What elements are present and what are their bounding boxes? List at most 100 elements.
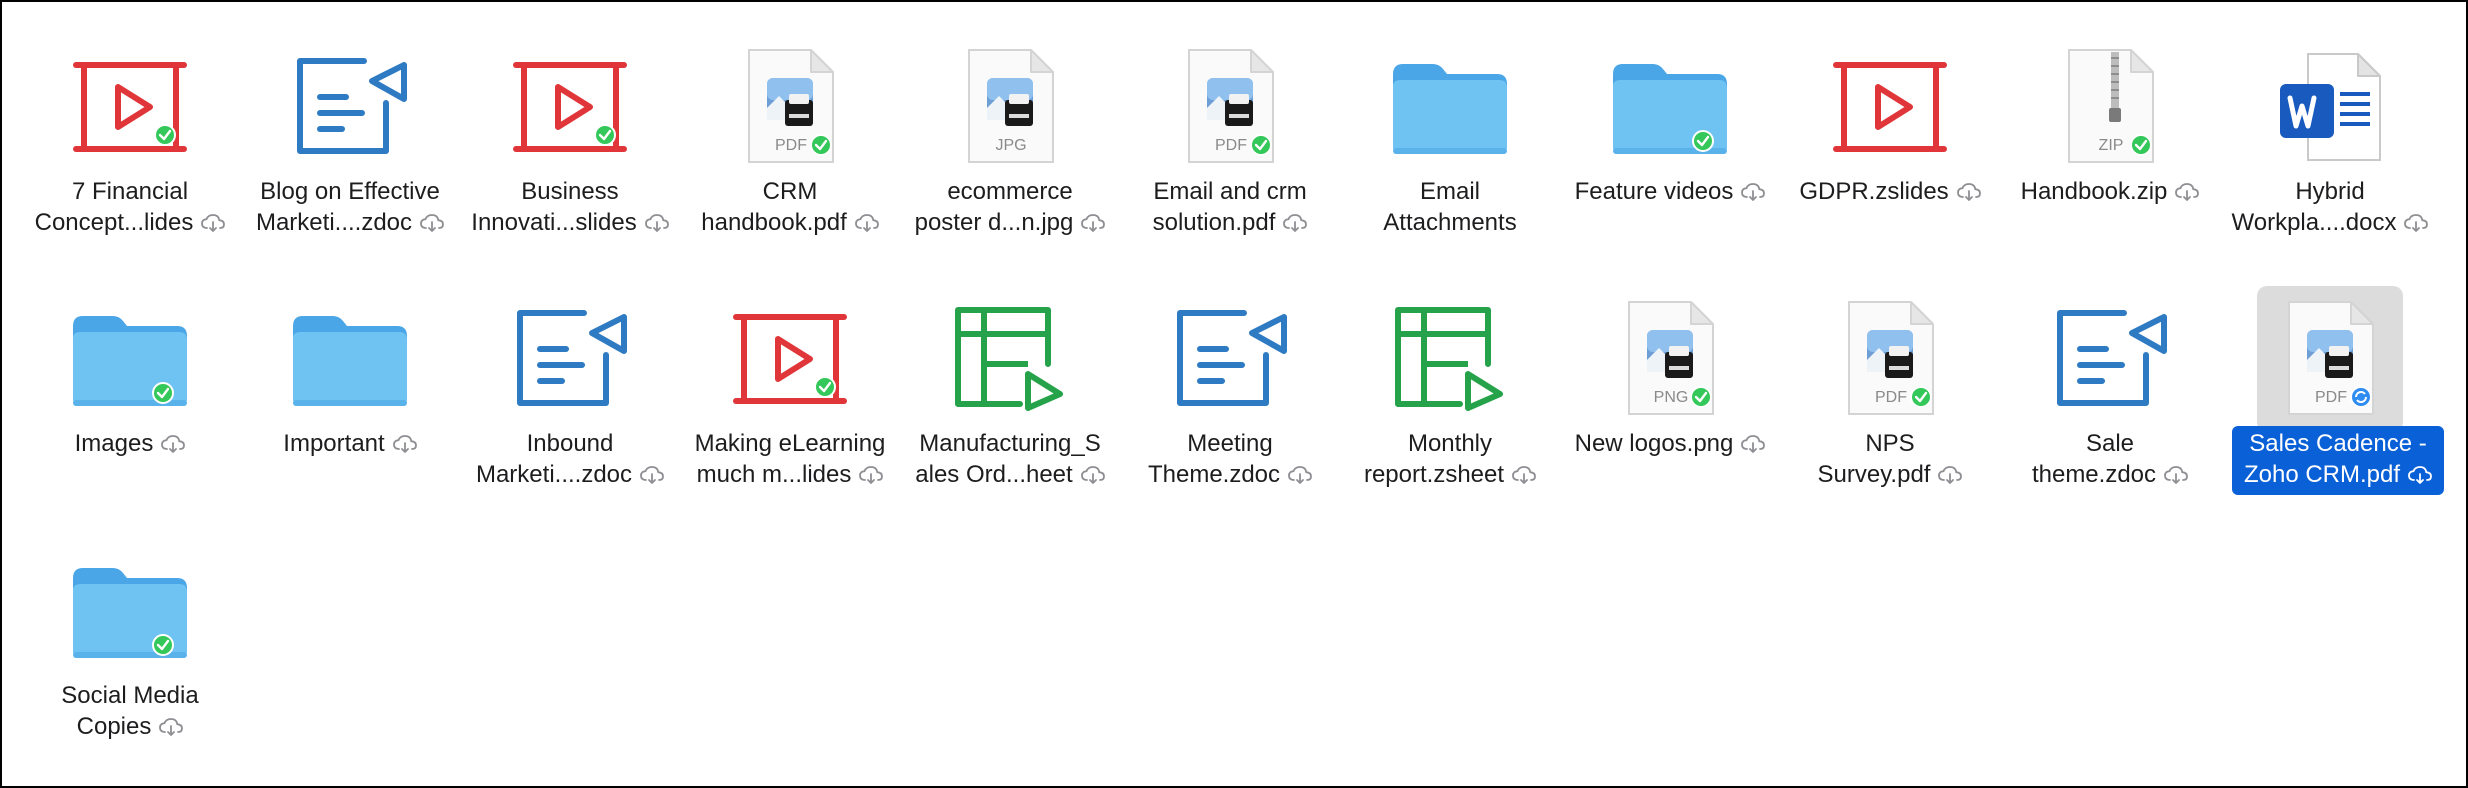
cloud-download-icon[interactable] bbox=[1080, 462, 1105, 493]
file-item[interactable]: PDF CRM handbook.pdf bbox=[680, 30, 900, 282]
file-item[interactable]: JPG ecommerce poster d...n.jpg bbox=[900, 30, 1120, 282]
file-name-label[interactable]: Monthly report.zsheet bbox=[1342, 426, 1558, 495]
zdoc-icon[interactable] bbox=[1157, 286, 1303, 432]
cloud-download-icon[interactable] bbox=[1956, 179, 1981, 210]
zdoc-icon[interactable] bbox=[277, 34, 423, 180]
cloud-download-icon[interactable] bbox=[644, 210, 669, 241]
file-item[interactable]: Sale theme.zdoc bbox=[2000, 282, 2220, 534]
file-name-line: 7 Financial bbox=[26, 176, 234, 207]
cloud-download-icon[interactable] bbox=[1741, 179, 1766, 210]
cloud-download-icon[interactable] bbox=[1741, 431, 1766, 462]
synced-check-icon bbox=[1250, 134, 1272, 161]
file-name-line: Monthly bbox=[1346, 428, 1554, 459]
file-item[interactable]: Monthly report.zsheet bbox=[1340, 282, 1560, 534]
file-icon[interactable]: PDF bbox=[1817, 286, 1963, 432]
file-name-label[interactable]: Hybrid Workpla....docx bbox=[2222, 174, 2438, 243]
file-item[interactable]: Hybrid Workpla....docx bbox=[2220, 30, 2440, 282]
cloud-download-icon[interactable] bbox=[854, 210, 879, 241]
file-name-label[interactable]: Handbook.zip bbox=[2002, 174, 2218, 212]
cloud-download-icon[interactable] bbox=[859, 462, 884, 493]
folder-icon[interactable] bbox=[277, 286, 423, 432]
cloud-download-icon[interactable] bbox=[2164, 462, 2188, 493]
cloud-download-icon[interactable] bbox=[640, 462, 664, 493]
file-name-label[interactable]: Manufacturing_S ales Ord...heet bbox=[902, 426, 1118, 495]
file-item[interactable]: Manufacturing_S ales Ord...heet bbox=[900, 282, 1120, 534]
file-name-label[interactable]: Inbound Marketi....zdoc bbox=[462, 426, 678, 495]
file-icon[interactable]: ZIP bbox=[2037, 34, 2183, 180]
file-icon[interactable]: PDF bbox=[717, 34, 863, 180]
file-name-label[interactable]: Sales Cadence - Zoho CRM.pdf bbox=[2232, 426, 2444, 495]
file-icon[interactable]: PNG bbox=[1597, 286, 1743, 432]
file-name-line: Blog on Effective bbox=[246, 176, 454, 207]
file-item[interactable]: Meeting Theme.zdoc bbox=[1120, 282, 1340, 534]
file-icon[interactable]: JPG bbox=[937, 34, 1083, 180]
file-item[interactable]: GDPR.zslides bbox=[1780, 30, 2000, 282]
cloud-download-icon[interactable] bbox=[1283, 210, 1308, 241]
file-icon[interactable]: PDF bbox=[1157, 34, 1303, 180]
file-icon[interactable]: PDF bbox=[2257, 286, 2403, 432]
file-item[interactable]: 7 Financial Concept...lides bbox=[20, 30, 240, 282]
file-name-label[interactable]: Sale theme.zdoc bbox=[2002, 426, 2218, 495]
file-name-line: report.zsheet bbox=[1346, 459, 1554, 493]
file-name-text: Social Media bbox=[61, 682, 199, 709]
cloud-download-icon[interactable] bbox=[2175, 179, 2200, 210]
zdoc-icon[interactable] bbox=[2037, 286, 2183, 432]
file-item[interactable]: Blog on Effective Marketi....zdoc bbox=[240, 30, 460, 282]
cloud-download-icon[interactable] bbox=[161, 431, 186, 462]
cloud-download-icon[interactable] bbox=[201, 210, 226, 241]
file-name-label[interactable]: Social Media Copies bbox=[22, 678, 238, 747]
cloud-download-icon[interactable] bbox=[392, 431, 417, 462]
zsheet-icon[interactable] bbox=[1377, 286, 1523, 432]
file-name-label[interactable]: Email Attachments bbox=[1342, 174, 1558, 240]
file-name-label[interactable]: Feature videos bbox=[1562, 174, 1778, 212]
folder-icon[interactable] bbox=[1377, 34, 1523, 180]
cloud-download-icon[interactable] bbox=[1512, 462, 1536, 493]
file-item[interactable]: Feature videos bbox=[1560, 30, 1780, 282]
zsheet-icon[interactable] bbox=[937, 286, 1083, 432]
file-item[interactable]: ZIP Handbook.zip bbox=[2000, 30, 2220, 282]
file-name-label[interactable]: Important bbox=[242, 426, 458, 464]
zdoc-icon[interactable] bbox=[497, 286, 643, 432]
folder-icon[interactable] bbox=[57, 286, 203, 432]
file-name-label[interactable]: GDPR.zslides bbox=[1782, 174, 1998, 212]
file-item[interactable]: Email Attachments bbox=[1340, 30, 1560, 282]
file-name-label[interactable]: Meeting Theme.zdoc bbox=[1122, 426, 1338, 495]
file-name-label[interactable]: Business Innovati...slides bbox=[462, 174, 678, 243]
file-item[interactable]: Business Innovati...slides bbox=[460, 30, 680, 282]
zslides-icon[interactable] bbox=[57, 34, 203, 180]
file-item[interactable]: Making eLearning much m...lides bbox=[680, 282, 900, 534]
zslides-icon[interactable] bbox=[497, 34, 643, 180]
cloud-download-icon[interactable] bbox=[420, 210, 444, 241]
file-name-label[interactable]: Images bbox=[22, 426, 238, 464]
file-item[interactable]: PDF NPS Survey.pdf bbox=[1780, 282, 2000, 534]
file-name-line: Sales Cadence - bbox=[2236, 428, 2440, 459]
cloud-download-icon[interactable] bbox=[1938, 462, 1963, 493]
cloud-download-icon[interactable] bbox=[2404, 210, 2429, 241]
file-item[interactable]: Inbound Marketi....zdoc bbox=[460, 282, 680, 534]
file-name-text: Zoho CRM.pdf bbox=[2243, 461, 2401, 488]
file-name-text: Feature videos bbox=[1574, 178, 1734, 205]
file-name-label[interactable]: ecommerce poster d...n.jpg bbox=[902, 174, 1118, 243]
file-item[interactable]: Important bbox=[240, 282, 460, 534]
file-name-label[interactable]: Blog on Effective Marketi....zdoc bbox=[242, 174, 458, 243]
zslides-icon[interactable] bbox=[1817, 34, 1963, 180]
cloud-download-icon[interactable] bbox=[1081, 210, 1106, 241]
file-item[interactable]: PDF Email and crm solution.pdf bbox=[1120, 30, 1340, 282]
file-name-label[interactable]: CRM handbook.pdf bbox=[682, 174, 898, 243]
file-name-label[interactable]: NPS Survey.pdf bbox=[1782, 426, 1998, 495]
file-name-label[interactable]: Email and crm solution.pdf bbox=[1122, 174, 1338, 243]
cloud-download-icon[interactable] bbox=[1288, 462, 1312, 493]
file-item[interactable]: Social Media Copies bbox=[20, 534, 240, 786]
cloud-download-icon[interactable] bbox=[2408, 462, 2432, 493]
cloud-download-icon[interactable] bbox=[159, 714, 184, 745]
zslides-icon[interactable] bbox=[717, 286, 863, 432]
file-item[interactable]: PNG New logos.png bbox=[1560, 282, 1780, 534]
file-name-label[interactable]: Making eLearning much m...lides bbox=[682, 426, 898, 495]
folder-icon[interactable] bbox=[1597, 34, 1743, 180]
file-item[interactable]: PDF Sales Cadence - Zoho CRM.pdf bbox=[2220, 282, 2444, 534]
folder-icon[interactable] bbox=[57, 538, 203, 684]
file-name-label[interactable]: New logos.png bbox=[1562, 426, 1778, 464]
file-item[interactable]: Images bbox=[20, 282, 240, 534]
word-icon[interactable] bbox=[2257, 34, 2403, 180]
file-name-label[interactable]: 7 Financial Concept...lides bbox=[22, 174, 238, 243]
